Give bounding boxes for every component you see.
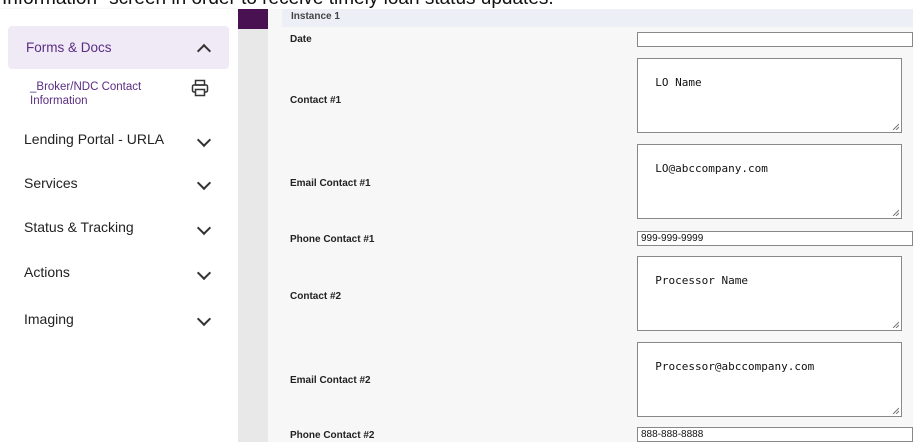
contact2-textarea[interactable]: Processor Name (637, 256, 902, 331)
purple-accent-bar (238, 9, 268, 29)
contact1-value: LO Name (655, 76, 702, 89)
sidebar-item-label: Forms & Docs (26, 40, 112, 55)
contact2-value: Processor Name (655, 274, 748, 287)
email1-textarea[interactable]: LO@abccompany.com (637, 144, 902, 219)
chevron-up-icon[interactable] (196, 43, 212, 59)
banner-text: Information" screen in order to receive … (2, 0, 554, 9)
phone1-field[interactable]: 999-999-9999 (637, 231, 913, 246)
instance-label: Instance 1 (291, 11, 340, 22)
resize-handle-icon[interactable] (892, 321, 899, 328)
date-field[interactable] (637, 32, 913, 47)
sidebar-item-imaging[interactable]: Imaging (24, 311, 74, 327)
instance-header: Instance 1 (282, 9, 913, 27)
email2-value: Processor@abccompany.com (655, 360, 815, 373)
phone1-label: Phone Contact #1 (290, 234, 375, 245)
resize-handle-icon[interactable] (892, 407, 899, 414)
sidebar-item-forms-docs[interactable]: Forms & Docs (8, 26, 229, 69)
email2-textarea[interactable]: Processor@abccompany.com (637, 342, 902, 417)
top-banner: Information" screen in order to receive … (0, 0, 913, 9)
contact1-label: Contact #1 (290, 95, 342, 106)
phone2-field[interactable]: 888-888-8888 (637, 427, 913, 442)
resize-handle-icon[interactable] (892, 123, 899, 130)
sidebar-item-actions[interactable]: Actions (24, 264, 70, 280)
contact1-textarea[interactable]: LO Name (637, 58, 902, 133)
resize-handle-icon[interactable] (892, 209, 899, 216)
phone2-label: Phone Contact #2 (290, 430, 375, 441)
email2-label: Email Contact #2 (290, 375, 371, 386)
email1-value: LO@abccompany.com (655, 162, 768, 175)
contact2-label: Contact #2 (290, 291, 342, 302)
date-label: Date (290, 34, 312, 45)
sidebar-gutter (238, 9, 268, 442)
sidebar-item-status-tracking[interactable]: Status & Tracking (24, 219, 134, 235)
sidebar-item-services[interactable]: Services (24, 175, 78, 191)
sidebar-subitem-broker-contact[interactable]: _Broker/NDC Contact Information (30, 80, 180, 108)
email1-label: Email Contact #1 (290, 178, 371, 189)
sidebar-item-lending-portal[interactable]: Lending Portal - URLA (24, 131, 164, 147)
printer-icon[interactable] (191, 79, 209, 97)
